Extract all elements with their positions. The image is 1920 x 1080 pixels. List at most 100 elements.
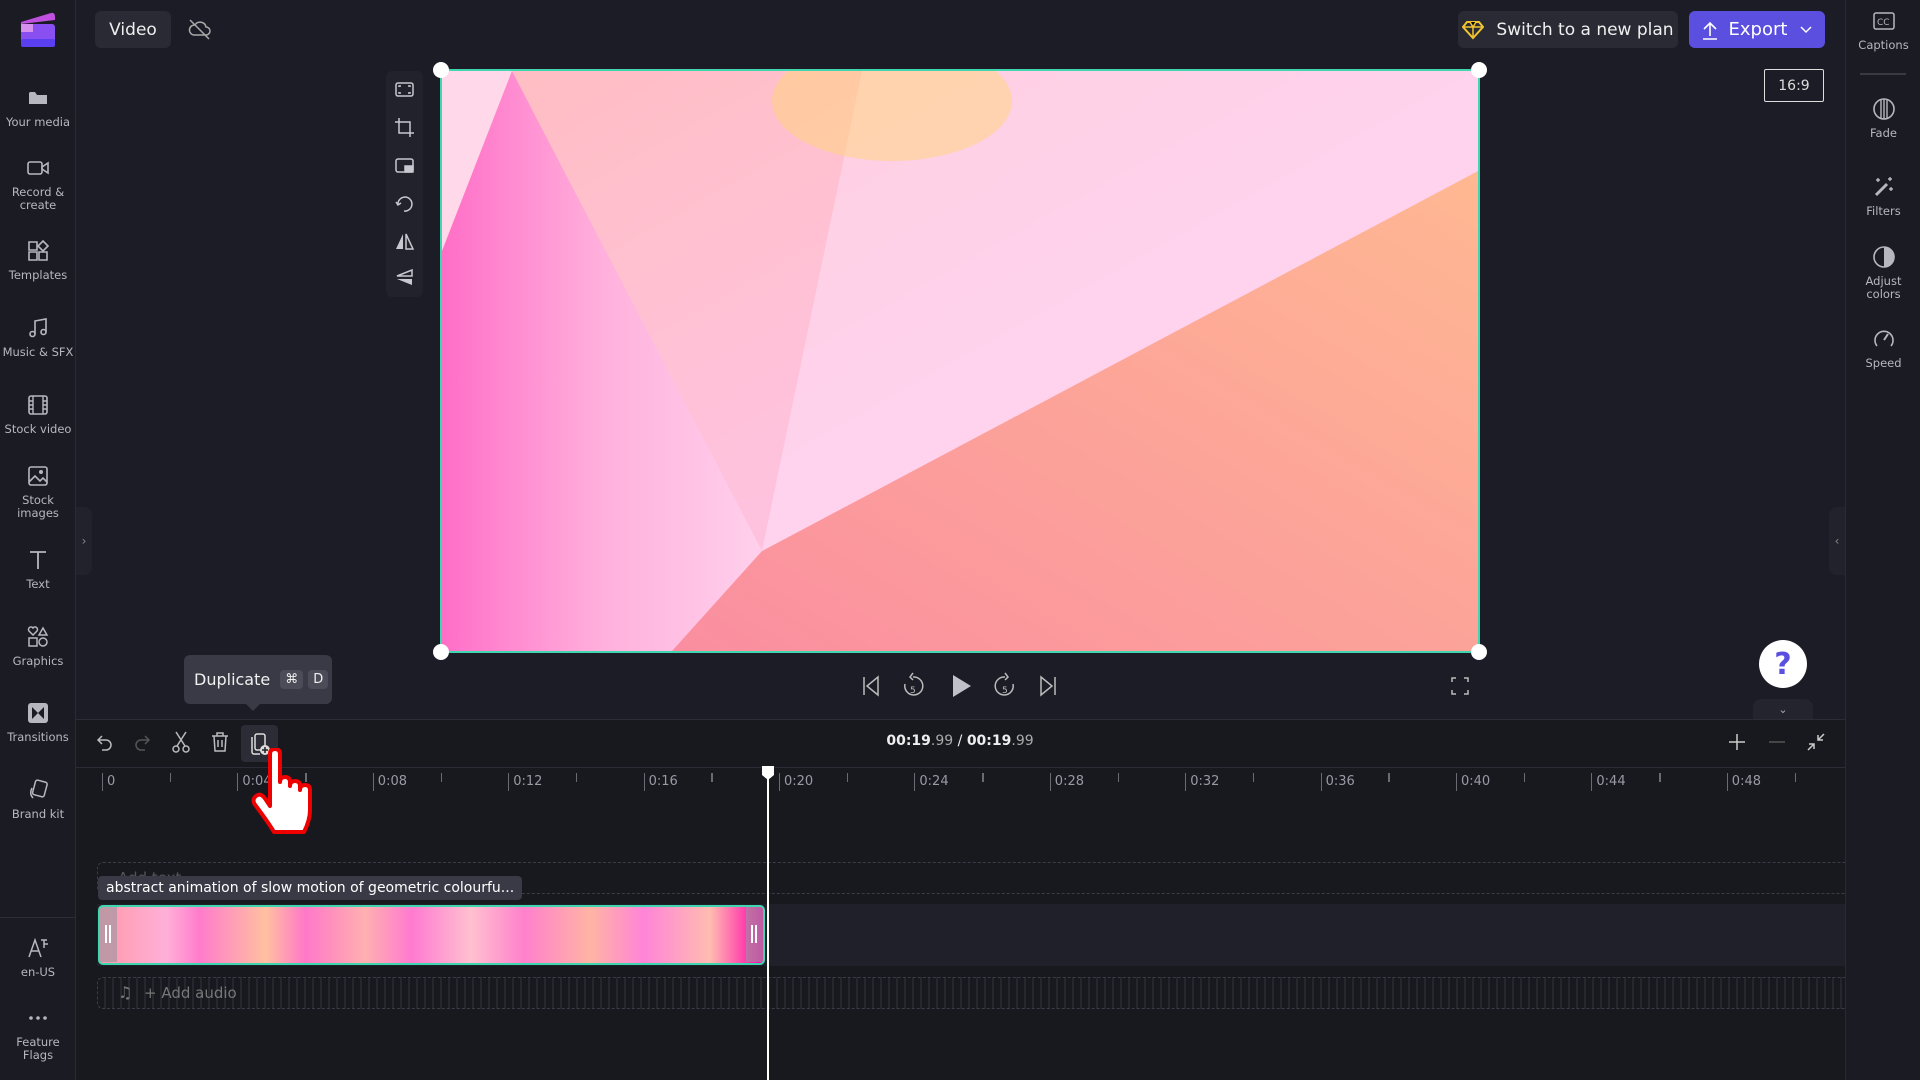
sidebar-item-text[interactable]: Text (0, 548, 76, 591)
nav-label: Speed (1865, 356, 1902, 370)
timecode: 00:19.99 / 00:19.99 (0, 733, 1920, 749)
sidebar-item-en-us[interactable]: en-US (0, 936, 76, 979)
ruler-minor-tick (169, 773, 172, 782)
nav-label: Templates (8, 268, 68, 282)
ruler-minor-tick (1523, 773, 1526, 782)
shortcut-key-cmd: ⌘ (280, 670, 304, 689)
ruler-label: 0:16 (643, 773, 678, 791)
nav-label: Stock images (17, 493, 59, 520)
tool-captions[interactable]: CC Captions (1846, 9, 1920, 52)
cloud-off-icon[interactable] (188, 18, 212, 44)
flip-horizontal-icon[interactable] (394, 231, 415, 252)
sidebar-item-graphics[interactable]: Graphics (0, 625, 76, 668)
ruler-minor-tick (846, 773, 849, 782)
playhead[interactable] (767, 773, 769, 1080)
ruler-label: 0:36 (1320, 773, 1355, 791)
project-tab-video[interactable]: Video (95, 11, 171, 48)
flip-vertical-icon[interactable] (394, 267, 415, 288)
resize-handle-top-right[interactable] (1471, 62, 1487, 78)
expand-right-panel-button[interactable]: ‹ (1829, 507, 1845, 575)
zoom-out-icon[interactable] (1767, 732, 1787, 752)
skip-back-icon[interactable] (861, 675, 881, 697)
tooltip-label: Duplicate (194, 670, 271, 689)
resize-handle-top-left[interactable] (433, 62, 449, 78)
upload-icon (1702, 21, 1717, 40)
fit-icon[interactable] (394, 79, 415, 100)
tool-speed[interactable]: Speed (1846, 327, 1920, 370)
video-clip[interactable] (98, 905, 765, 965)
shortcut-key-d: D (308, 670, 329, 689)
question-icon: ? (1774, 646, 1792, 682)
skip-forward-icon[interactable] (1038, 675, 1058, 697)
nav-label: Feature Flags (16, 1035, 60, 1062)
diamond-icon (1462, 20, 1485, 39)
video-camera-icon (27, 161, 49, 175)
ruler-minor-tick (711, 773, 713, 782)
clip-trim-handle-left[interactable] (100, 907, 117, 962)
svg-text:5: 5 (910, 686, 916, 696)
clip-label: abstract animation of slow motion of geo… (98, 876, 523, 900)
hand-pointer-cursor-icon (251, 748, 312, 834)
fullscreen-icon[interactable] (1450, 676, 1470, 696)
tool-filters[interactable]: Filters (1846, 175, 1920, 218)
nav-label: Captions (1858, 38, 1909, 52)
app-logo[interactable] (18, 10, 58, 54)
rewind-5-icon[interactable]: 5 (901, 672, 925, 700)
resize-handle-bottom-left[interactable] (433, 644, 449, 660)
captions-icon: CC (1872, 12, 1895, 30)
sidebar-item-stock-images[interactable]: Stock images (0, 464, 76, 520)
ruler-label: 0:08 (372, 773, 407, 791)
image-icon (28, 466, 48, 486)
sidebar-item-stock-video[interactable]: Stock video (0, 393, 76, 436)
tool-adjust-colors[interactable]: Adjust colors (1846, 245, 1920, 301)
sidebar-item-templates[interactable]: Templates (0, 239, 76, 282)
chevron-down-icon (1800, 25, 1812, 33)
collapse-preview-button[interactable]: ⌄ (1753, 699, 1813, 719)
timeline-divider (76, 767, 1845, 768)
sidebar-item-brand-kit[interactable]: Brand kit (0, 778, 76, 821)
svg-text:5: 5 (1002, 686, 1008, 696)
sidebar-item-feature-flags[interactable]: Feature Flags (0, 1006, 76, 1062)
clip-trim-handle-right[interactable] (746, 907, 763, 962)
ruler-label: 0:24 (914, 773, 949, 791)
expand-left-panel-button[interactable]: › (76, 507, 92, 575)
nav-label: Adjust colors (1865, 274, 1902, 301)
rotate-icon[interactable] (394, 193, 415, 214)
templates-icon (28, 239, 50, 261)
picture-in-picture-icon[interactable] (394, 155, 415, 176)
aspect-ratio-label: 16:9 (1778, 77, 1810, 94)
sidebar-divider (0, 917, 76, 918)
export-button[interactable]: Export (1689, 11, 1825, 48)
language-icon (28, 937, 48, 958)
sidebar-item-music-sfx[interactable]: Music & SFX (0, 316, 76, 359)
help-button[interactable]: ? (1759, 640, 1807, 688)
ruler-label: 0:44 (1591, 773, 1626, 791)
forward-5-icon[interactable]: 5 (993, 672, 1017, 700)
total-time: 00:19 (966, 733, 1012, 749)
total-time-frac: .99 (1011, 733, 1034, 749)
sidebar-item-your-media[interactable]: Your media (0, 86, 76, 129)
ruler-minor-tick (1794, 773, 1796, 782)
fit-timeline-icon[interactable] (1806, 732, 1826, 752)
nav-label: Graphics (12, 654, 64, 668)
switch-plan-button[interactable]: Switch to a new plan (1458, 11, 1678, 48)
resize-handle-bottom-right[interactable] (1471, 644, 1487, 660)
play-icon[interactable] (950, 673, 974, 699)
add-audio-label[interactable]: + Add audio (144, 984, 237, 1002)
audio-track[interactable]: ♫ + Add audio (97, 977, 1845, 1009)
sidebar-item-record-create[interactable]: Record & create (0, 156, 76, 212)
ruler-minor-tick (1252, 773, 1255, 782)
nav-label: Filters (1866, 204, 1901, 218)
magic-wand-icon (1874, 177, 1893, 197)
zoom-in-icon[interactable] (1727, 732, 1747, 752)
ruler-minor-tick (1117, 773, 1119, 782)
aspect-ratio-button[interactable]: 16:9 (1764, 69, 1824, 102)
crop-icon[interactable] (394, 117, 415, 138)
nav-label: Text (26, 577, 50, 591)
playhead-handle[interactable] (761, 765, 775, 781)
tool-fade[interactable]: Fade (1846, 97, 1920, 140)
video-preview[interactable] (433, 41, 1487, 660)
ruler-minor-tick (440, 773, 442, 782)
right-sidebar: CC Captions Fade Filters Adjust colors Speed (1845, 0, 1920, 1080)
left-sidebar: Your media Record & create Templates Music … (0, 0, 76, 1080)
